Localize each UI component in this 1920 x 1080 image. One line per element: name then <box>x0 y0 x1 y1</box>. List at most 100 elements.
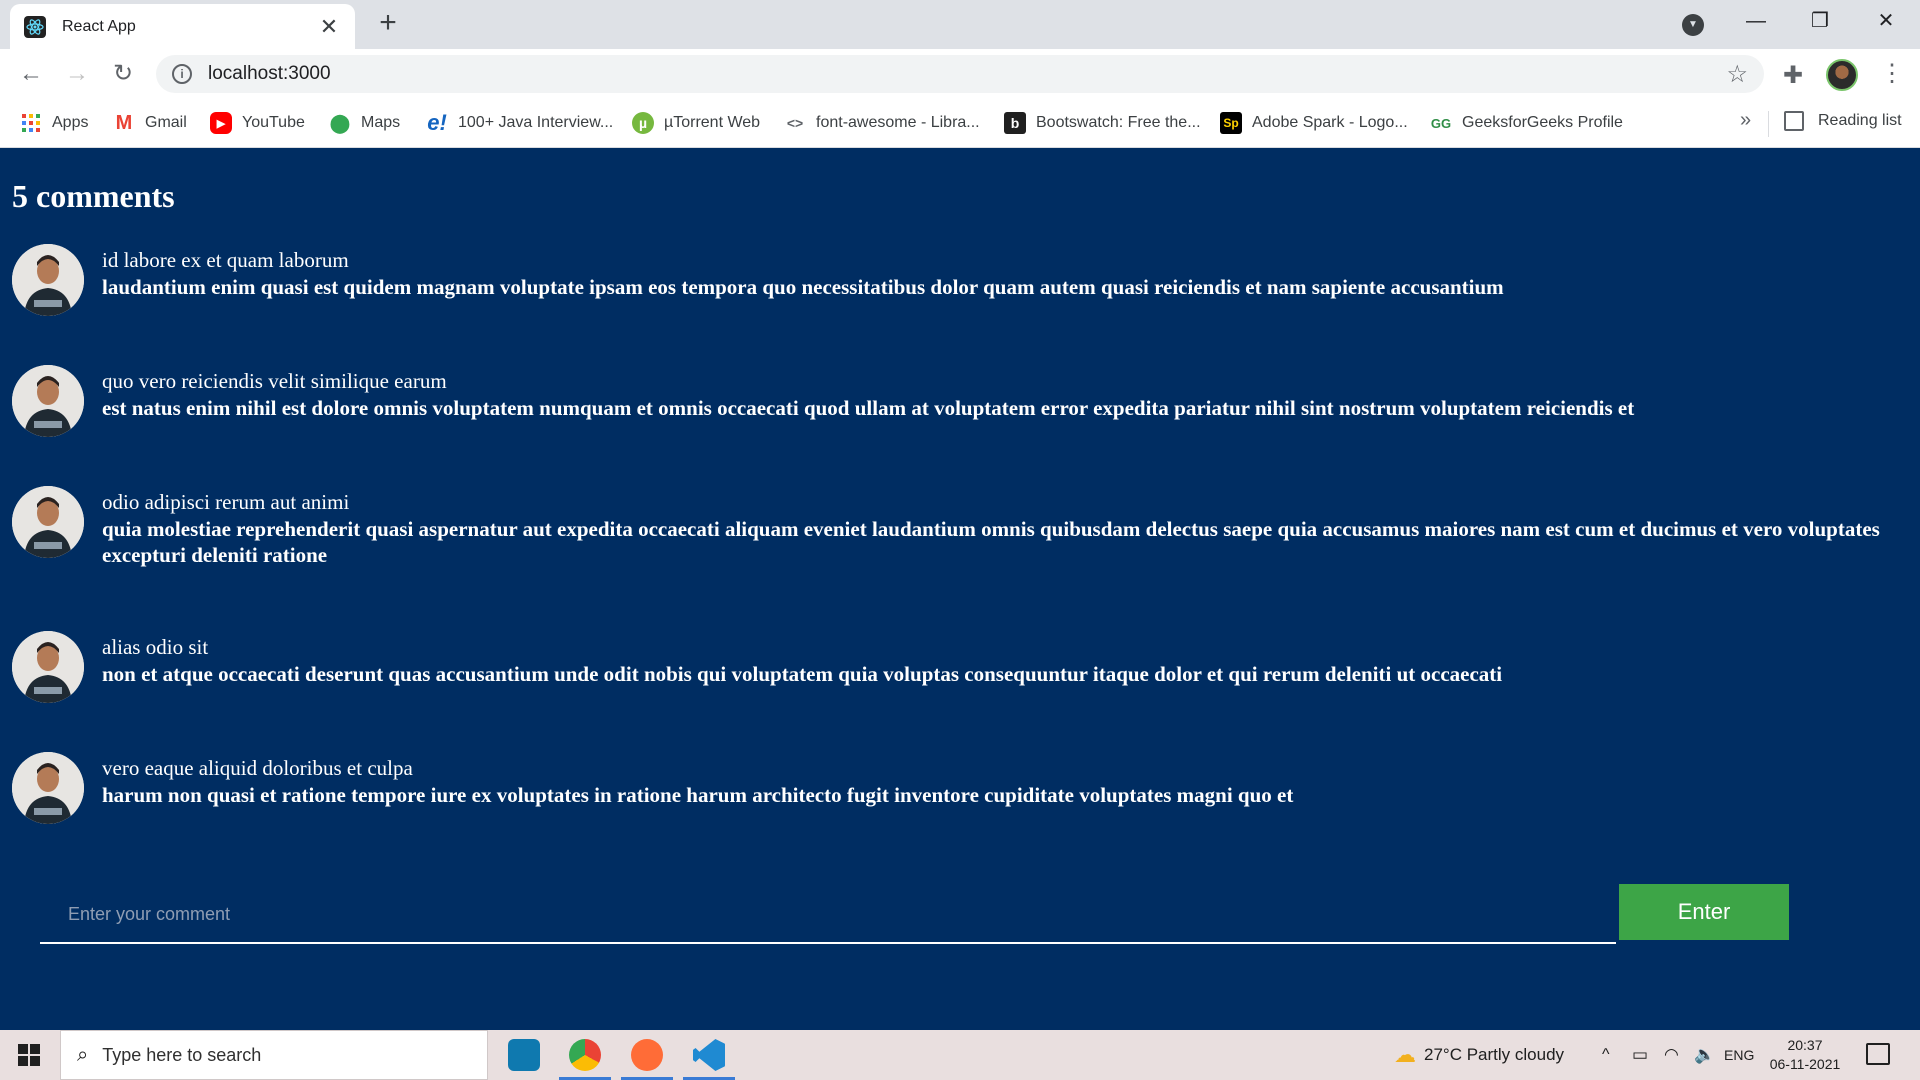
comment-author: vero eaque aliquid doloribus et culpa <box>102 756 413 780</box>
user-avatar <box>12 752 84 824</box>
clock-time: 20:37 <box>1787 1037 1823 1053</box>
bookmark-apps[interactable]: Apps <box>20 111 88 135</box>
language-indicator[interactable]: ENG <box>1724 1030 1754 1080</box>
browser-toolbar: ← → ↻ i ☆ ✚ ⋮ <box>0 49 1920 99</box>
tab-title: React App <box>62 17 136 35</box>
bookmark-label: Apps <box>52 114 89 131</box>
taskbar-search-placeholder: Type here to search <box>102 1044 262 1065</box>
utorrent-icon: µ <box>632 112 654 134</box>
user-avatar <box>12 486 84 558</box>
bookmark-label: Gmail <box>145 114 187 131</box>
volume-icon[interactable]: 🔈 <box>1694 1030 1715 1080</box>
apps-grid-icon <box>20 112 42 134</box>
comment-author: alias odio sit <box>102 635 209 659</box>
close-window-button[interactable]: ✕ <box>1856 6 1916 36</box>
search-icon: ⌕ <box>77 1043 89 1066</box>
bookmark-geeksforgeeks[interactable]: GG GeeksforGeeks Profile <box>1430 111 1623 135</box>
tab-close-icon[interactable]: ✕ <box>317 14 341 40</box>
bookmark-label: Adobe Spark - Logo... <box>1252 114 1408 131</box>
tab-search-dropdown-icon[interactable]: ▼ <box>1682 14 1704 36</box>
minimize-button[interactable]: — <box>1726 6 1786 36</box>
comment-text: est natus enim nihil est dolore omnis vo… <box>102 396 1635 420</box>
tray-overflow-icon[interactable]: ^ <box>1602 1030 1610 1080</box>
weather-widget[interactable]: ☁ 27°C Partly cloudy <box>1394 1030 1564 1080</box>
bookmark-font-awesome[interactable]: <> font-awesome - Libra... <box>784 111 980 135</box>
adobe-spark-icon: Sp <box>1220 112 1242 134</box>
react-logo-icon <box>24 15 46 38</box>
vscode-app[interactable] <box>679 1030 739 1080</box>
comment-input[interactable] <box>40 886 1616 942</box>
gmail-icon: M <box>115 111 133 134</box>
comments-count-heading: 5 comments <box>12 178 175 214</box>
url-input[interactable] <box>208 63 1727 85</box>
edureka-icon: e! <box>427 110 447 135</box>
bookmark-adobe-spark[interactable]: Sp Adobe Spark - Logo... <box>1220 111 1408 135</box>
comment-author: quo vero reiciendis velit similique earu… <box>102 369 447 393</box>
user-avatar <box>12 365 84 437</box>
battery-icon[interactable]: ▭ <box>1632 1030 1648 1080</box>
comment-text: non et atque occaecati deserunt quas acc… <box>102 662 1503 686</box>
page-content: 5 comments id labore ex et quam laborum … <box>0 148 1920 1030</box>
bookmarks-overflow-icon[interactable]: » <box>1740 109 1751 132</box>
forward-arrow-icon[interactable]: → <box>60 57 94 91</box>
address-bar[interactable]: i ☆ <box>156 55 1764 93</box>
reading-list-button[interactable]: Reading list <box>1784 111 1902 131</box>
bookmark-label: 100+ Java Interview... <box>458 114 614 131</box>
windows-start-icon[interactable] <box>18 1044 40 1066</box>
reload-icon[interactable]: ↻ <box>106 57 140 91</box>
enter-button[interactable]: Enter <box>1619 884 1789 940</box>
bookmark-java-interview[interactable]: e! 100+ Java Interview... <box>426 110 614 135</box>
back-arrow-icon[interactable]: ← <box>14 57 48 91</box>
comment-text: harum non quasi et ratione tempore iure … <box>102 783 1294 807</box>
profile-avatar[interactable] <box>1826 59 1858 91</box>
chrome-app[interactable] <box>555 1030 615 1080</box>
code-brackets-icon: <> <box>786 115 804 131</box>
user-avatar <box>12 244 84 316</box>
extensions-puzzle-icon[interactable]: ✚ <box>1783 61 1803 90</box>
comment-author: odio adipisci rerum aut animi <box>102 490 350 514</box>
comment-text: quia molestiae reprehenderit quasi asper… <box>102 517 1880 567</box>
notifications-icon[interactable] <box>1866 1043 1890 1065</box>
reading-list-label: Reading list <box>1818 112 1902 129</box>
taskbar-search-box[interactable]: ⌕ Type here to search <box>60 1030 488 1080</box>
browser-tab-active[interactable]: React App ✕ <box>10 4 355 49</box>
windows-taskbar: ⌕ Type here to search ☁ 27°C Partly clou… <box>0 1030 1920 1080</box>
chrome-menu-icon[interactable]: ⋮ <box>1880 59 1904 88</box>
bookmark-label: font-awesome - Libra... <box>816 114 980 131</box>
weather-text: 27°C Partly cloudy <box>1424 1045 1565 1064</box>
wifi-icon[interactable]: ◠ <box>1664 1030 1679 1080</box>
comment-text: laudantium enim quasi est quidem magnam … <box>102 275 1504 299</box>
site-info-icon[interactable]: i <box>172 64 192 84</box>
bookmark-gmail[interactable]: M Gmail <box>113 111 187 135</box>
reading-list-icon <box>1784 111 1804 131</box>
postman-icon <box>631 1039 663 1071</box>
bookmark-maps[interactable]: ⬤ Maps <box>329 111 400 135</box>
bookmark-bootswatch[interactable]: b Bootswatch: Free the... <box>1004 111 1201 135</box>
taskbar-clock[interactable]: 20:37 06-11-2021 <box>1760 1036 1850 1074</box>
prime-video-app[interactable] <box>494 1030 554 1080</box>
restore-button[interactable]: ❐ <box>1790 6 1850 36</box>
youtube-icon: ▶ <box>210 112 232 134</box>
browser-titlebar: React App ✕ + ▼ — ❐ ✕ <box>0 0 1920 49</box>
chrome-icon <box>569 1039 601 1071</box>
prime-video-icon <box>508 1039 540 1071</box>
bookmarks-bar: Apps M Gmail ▶ YouTube ⬤ Maps e! 100+ Ja… <box>0 99 1920 148</box>
maps-pin-icon: ⬤ <box>329 112 351 133</box>
bootswatch-icon: b <box>1004 112 1026 134</box>
bookmark-star-icon[interactable]: ☆ <box>1726 60 1748 89</box>
comment-author: id labore ex et quam laborum <box>102 248 349 272</box>
new-tab-button[interactable]: + <box>372 8 404 40</box>
partly-cloudy-icon: ☁ <box>1394 1042 1416 1067</box>
bookmarks-divider <box>1768 111 1769 137</box>
bookmark-label: YouTube <box>242 114 305 131</box>
bookmark-utorrent[interactable]: µ µTorrent Web <box>632 111 760 135</box>
clock-date: 06-11-2021 <box>1769 1056 1841 1072</box>
vscode-icon <box>693 1039 725 1071</box>
user-avatar <box>12 631 84 703</box>
postman-app[interactable] <box>617 1030 677 1080</box>
bookmark-label: µTorrent Web <box>664 114 761 131</box>
bookmark-label: GeeksforGeeks Profile <box>1462 114 1623 131</box>
bookmark-label: Maps <box>361 114 401 131</box>
bookmark-youtube[interactable]: ▶ YouTube <box>210 111 305 135</box>
bookmark-label: Bootswatch: Free the... <box>1036 114 1201 131</box>
